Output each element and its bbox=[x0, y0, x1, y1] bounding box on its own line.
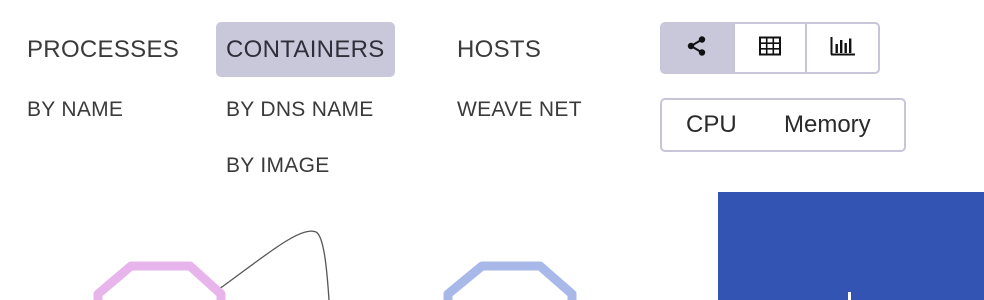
topology-containers-by-image[interactable]: BY IMAGE bbox=[216, 154, 330, 178]
view-mode-selector bbox=[660, 22, 880, 74]
topology-hosts-weave-net[interactable]: WEAVE NET bbox=[447, 98, 582, 122]
topology-processes-button[interactable]: PROCESSES bbox=[17, 22, 189, 77]
topology-processes-by-name[interactable]: BY NAME bbox=[17, 98, 123, 122]
topology-containers-button[interactable]: CONTAINERS bbox=[216, 22, 395, 77]
container-node-blue bbox=[443, 261, 577, 300]
panel-title-fragment bbox=[848, 292, 851, 300]
metric-selector: CPU Memory bbox=[660, 98, 906, 152]
topology-hosts-button[interactable]: HOSTS bbox=[447, 22, 551, 77]
container-node-pink bbox=[93, 261, 226, 300]
metric-cpu-button[interactable]: CPU bbox=[686, 111, 737, 139]
share-graph-icon bbox=[686, 35, 708, 62]
scope-app: PROCESSES BY NAME CONTAINERS BY DNS NAME… bbox=[0, 0, 984, 300]
metric-memory-button[interactable]: Memory bbox=[784, 111, 871, 139]
topology-containers: CONTAINERS BY DNS NAME BY IMAGE bbox=[216, 22, 395, 177]
graph-edge bbox=[214, 230, 330, 300]
table-icon bbox=[759, 36, 781, 61]
table-view-button[interactable] bbox=[735, 24, 808, 72]
graph-view-button[interactable] bbox=[662, 24, 735, 72]
bar-chart-icon bbox=[830, 36, 856, 61]
topology-containers-by-dns-name[interactable]: BY DNS NAME bbox=[216, 98, 374, 122]
details-panel[interactable] bbox=[718, 192, 984, 300]
resource-view-button[interactable] bbox=[807, 24, 878, 72]
topology-processes: PROCESSES BY NAME bbox=[17, 22, 189, 121]
topology-hosts: HOSTS WEAVE NET bbox=[447, 22, 582, 121]
